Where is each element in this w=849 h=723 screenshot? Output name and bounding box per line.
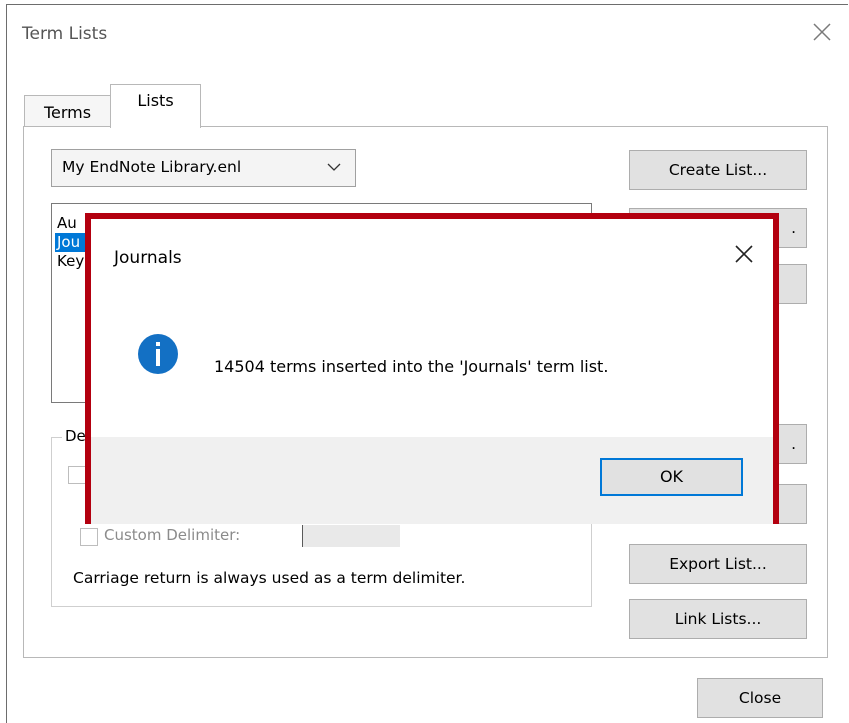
dialog-title: Journals (114, 248, 182, 268)
chevron-down-icon (327, 163, 341, 171)
close-button[interactable]: Close (697, 678, 823, 718)
close-icon[interactable] (731, 241, 757, 267)
info-icon (138, 334, 178, 374)
custom-delimiter-field[interactable] (302, 525, 400, 547)
close-icon[interactable] (808, 18, 836, 46)
link-lists-button[interactable]: Link Lists... (629, 599, 807, 639)
export-list-button[interactable]: Export List... (629, 544, 807, 584)
tab-terms[interactable]: Terms (24, 95, 111, 127)
library-select[interactable]: My EndNote Library.enl (51, 149, 356, 187)
window-title: Term Lists (22, 24, 108, 44)
library-select-value: My EndNote Library.enl (62, 158, 242, 176)
tab-lists[interactable]: Lists (110, 84, 201, 128)
journals-message-dialog: Journals 14504 terms inserted into the '… (85, 213, 779, 524)
custom-delimiter-label: Custom Delimiter: (104, 526, 241, 544)
delimiter-checkbox[interactable] (68, 466, 86, 484)
custom-delimiter-checkbox[interactable] (80, 528, 98, 546)
ok-button[interactable]: OK (600, 458, 743, 496)
create-list-button[interactable]: Create List... (629, 150, 807, 190)
delimiter-note: Carriage return is always used as a term… (73, 569, 466, 587)
dialog-message: 14504 terms inserted into the 'Journals'… (214, 357, 609, 376)
dialog-footer: OK (91, 437, 773, 524)
